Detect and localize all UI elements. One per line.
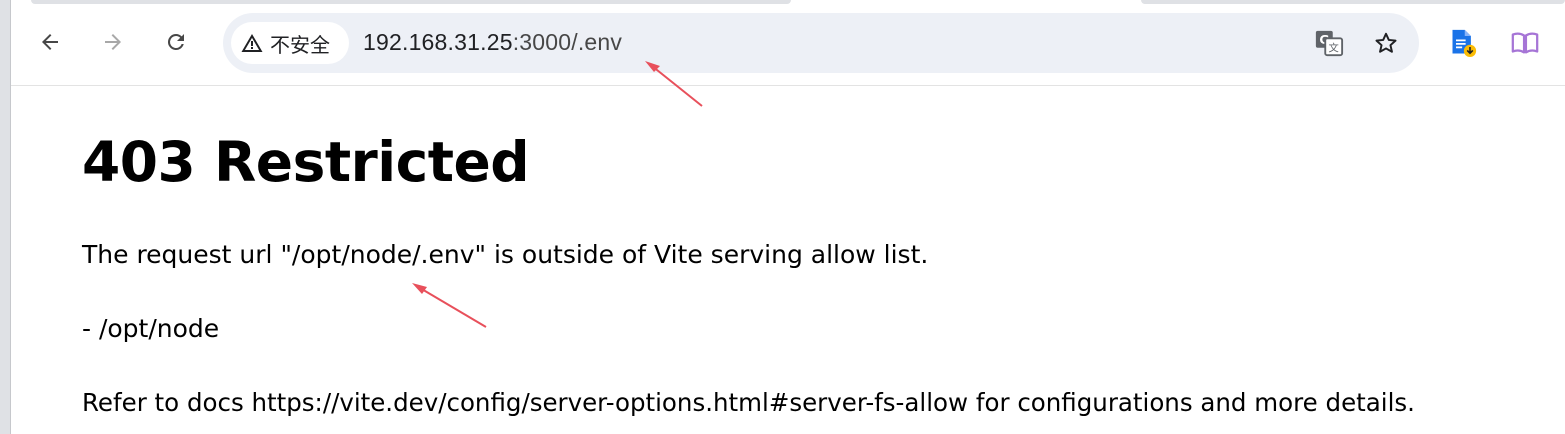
back-button[interactable] xyxy=(32,24,68,60)
bookmark-button[interactable] xyxy=(1370,27,1402,59)
star-icon xyxy=(1375,32,1397,53)
window-left-edge xyxy=(0,0,11,434)
translate-button[interactable]: G 文 xyxy=(1313,27,1345,59)
address-bar[interactable]: 不安全 192.168.31.25:3000/.env G 文 xyxy=(223,13,1419,73)
page-title: 403 Restricted xyxy=(82,130,530,194)
tab-strip-right xyxy=(1141,0,1565,4)
url-path: :3000/.env xyxy=(512,29,623,55)
reload-button[interactable] xyxy=(158,24,194,60)
browser-toolbar: 不安全 192.168.31.25:3000/.env G 文 xyxy=(11,0,1565,86)
url-text[interactable]: 192.168.31.25:3000/.env xyxy=(363,29,622,56)
url-host: 192.168.31.25 xyxy=(363,29,513,55)
security-label: 不安全 xyxy=(270,32,330,57)
security-chip[interactable]: 不安全 xyxy=(231,22,349,64)
browser-window: 不安全 192.168.31.25:3000/.env G 文 403 Rest… xyxy=(0,0,1565,434)
tab-strip-left xyxy=(31,0,791,4)
forward-button[interactable] xyxy=(95,24,131,60)
reading-mode-button[interactable] xyxy=(1509,26,1541,60)
arrow-left-icon xyxy=(42,34,58,50)
docs-reference: Refer to docs https://vite.dev/config/se… xyxy=(82,388,1415,417)
allow-list-item: - /opt/node xyxy=(82,314,220,343)
arrow-right-icon xyxy=(105,34,121,50)
annotation-arrow-message xyxy=(412,283,487,328)
document-download-icon xyxy=(1452,29,1477,57)
error-message: The request url "/opt/node/.env" is outs… xyxy=(82,240,929,269)
book-icon xyxy=(1511,32,1539,54)
reload-icon xyxy=(167,33,184,50)
translate-icon: G 文 xyxy=(1315,30,1344,57)
warning-triangle-icon xyxy=(241,34,263,52)
extension-download-button[interactable] xyxy=(1447,26,1479,60)
svg-text:文: 文 xyxy=(1329,41,1339,54)
